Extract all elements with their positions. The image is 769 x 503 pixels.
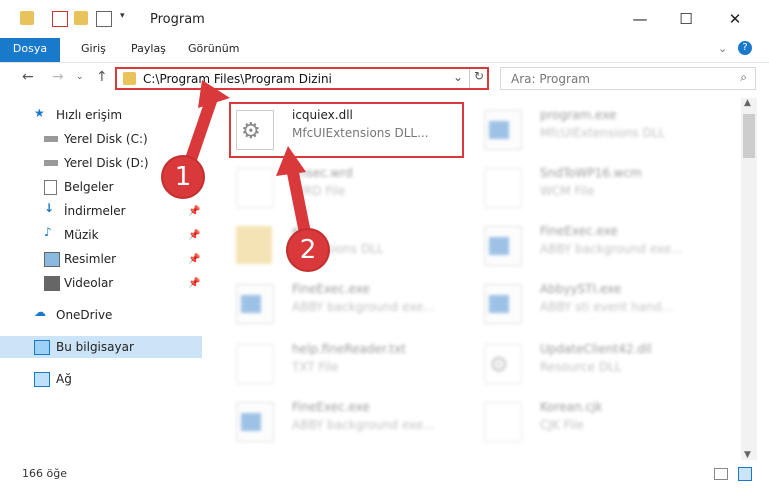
arrow-2-head — [276, 146, 306, 176]
step-2-badge: 2 — [288, 230, 328, 270]
annotation-arrows — [182, 80, 312, 244]
arrow-2 — [286, 162, 312, 244]
step-1-badge: 1 — [163, 157, 203, 197]
arrow-1 — [182, 92, 218, 174]
